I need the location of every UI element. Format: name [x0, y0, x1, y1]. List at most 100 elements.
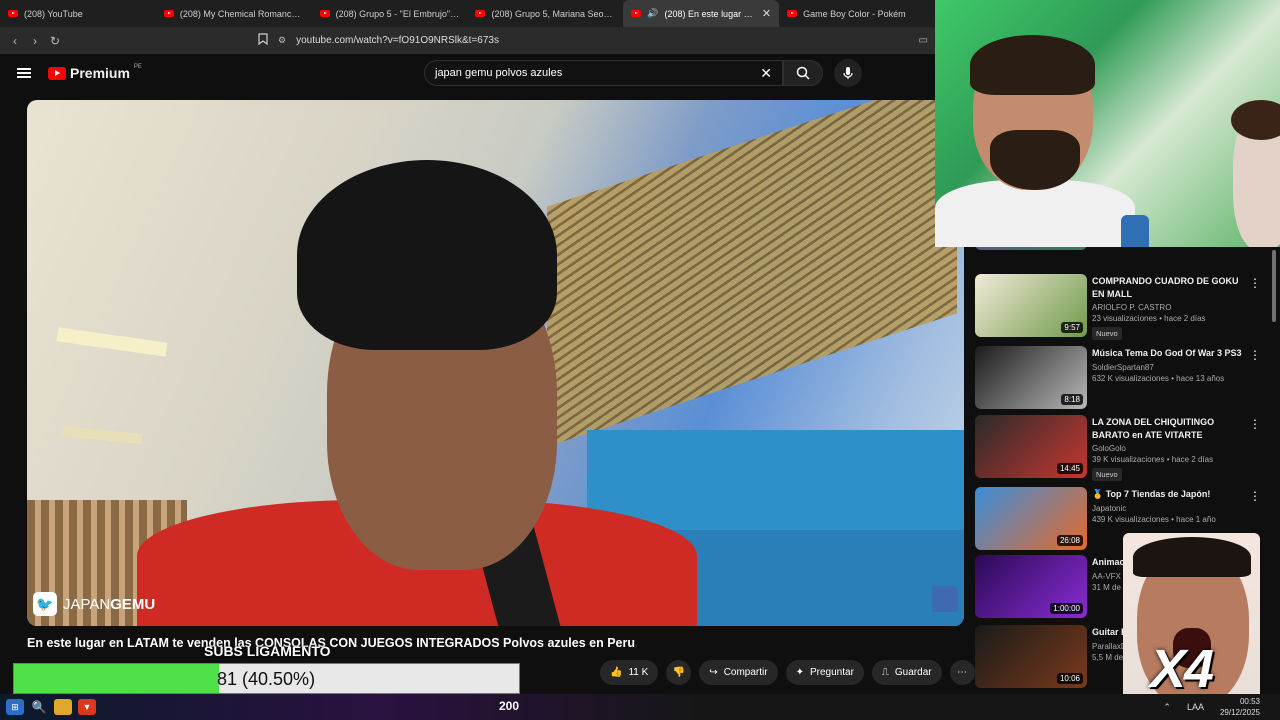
- youtube-header: Premium PE japan gemu polvos azules ✕: [0, 54, 935, 94]
- recommended-video[interactable]: 9:57 COMPRANDO CUADRO DE GOKU EN MALL ARIO…: [975, 274, 1275, 341]
- os-taskbar: ⊞ 🔍 ▼ 200 ⌃ LAA 00:53 29/12/2025: [0, 694, 1280, 720]
- start-icon[interactable]: ⊞: [6, 699, 24, 715]
- youtube-logo[interactable]: Premium PE: [48, 64, 142, 81]
- cast-icon[interactable]: ▭: [919, 35, 928, 46]
- youtube-favicon-icon: [8, 10, 18, 17]
- clock-date: 29/12/2025: [1219, 708, 1260, 717]
- clear-search-icon[interactable]: ✕: [760, 65, 772, 82]
- address-bar[interactable]: ⚙ youtube.com/watch?v=fO91O9NRSlk&t=673s…: [258, 29, 928, 52]
- search-button[interactable]: [783, 60, 823, 86]
- view-count: 439 K visualizaciones • hace 1 año: [1092, 514, 1216, 524]
- video-duration: 9:57: [1061, 322, 1083, 333]
- youtube-favicon-icon: [163, 10, 174, 17]
- video-thumbnail[interactable]: 14:45: [975, 415, 1087, 478]
- menu-icon[interactable]: [17, 68, 31, 78]
- video-title[interactable]: Música Tema Do God Of War 3 PS3: [1092, 347, 1242, 360]
- video-duration: 10:06: [1056, 673, 1083, 684]
- back-icon[interactable]: ‹: [5, 34, 25, 48]
- twitter-icon: 🐦: [33, 592, 57, 616]
- video-frame-lamp: [56, 327, 168, 357]
- recommended-video[interactable]: 8:18 Música Tema Do God Of War 3 PS3 Soldi…: [975, 346, 1275, 410]
- browser-toolbar: ‹ › ↻ ⚙ youtube.com/watch?v=fO91O9NRSlk&…: [0, 27, 935, 54]
- video-thumbnail[interactable]: 8:18: [975, 346, 1087, 409]
- video-frame-cap: [297, 160, 557, 350]
- browser-tab[interactable]: 🔊 (208) En este lugar en LATAM ✕: [623, 0, 780, 27]
- close-tab-icon[interactable]: ✕: [762, 7, 771, 20]
- youtube-favicon-icon: [787, 10, 798, 17]
- video-player[interactable]: 🐦 JAPANGEMU: [27, 100, 964, 626]
- more-options-icon[interactable]: ⋮: [1249, 348, 1261, 362]
- channel-name[interactable]: GoloGolo: [1092, 444, 1242, 453]
- video-title[interactable]: 🥇 Top 7 Tiendas de Japón!: [1092, 488, 1242, 501]
- subs-goal-bar: 81 (40.50%): [13, 663, 520, 694]
- ask-button[interactable]: ✦ Preguntar: [785, 660, 864, 685]
- like-button[interactable]: 👍 11 K: [600, 660, 659, 685]
- new-badge: Nuevo: [1092, 327, 1122, 340]
- clock[interactable]: 00:53 29/12/2025: [1220, 696, 1260, 718]
- multiplier-label: X4: [1150, 639, 1214, 699]
- video-thumbnail[interactable]: 8:36: [975, 247, 1087, 250]
- recommended-video[interactable]: 14:45 LA ZONA DEL CHIQUITINGO BARATO en A…: [975, 415, 1275, 481]
- video-thumbnail[interactable]: 1:00:00: [975, 555, 1087, 618]
- audio-icon[interactable]: 🔊: [647, 8, 658, 19]
- forward-icon[interactable]: ›: [25, 34, 45, 48]
- video-title[interactable]: COMPRANDO CUADRO DE GOKU EN MALL: [1092, 275, 1242, 300]
- tab-title: Game Boy Color - Pokém: [803, 8, 906, 19]
- browser-tab[interactable]: (208) Grupo 5 - "El Embrujo" (Letra): [312, 0, 468, 27]
- browser-tab[interactable]: (208) YouTube: [0, 0, 156, 27]
- video-duration: 26:08: [1056, 535, 1083, 546]
- brave-browser-icon[interactable]: ▼: [78, 699, 96, 715]
- webcam-person-beard: [990, 130, 1080, 190]
- more-options-icon[interactable]: ⋮: [1249, 276, 1261, 290]
- browser-tab[interactable]: Game Boy Color - Pokém: [779, 0, 935, 27]
- chevron-up-icon[interactable]: ⌃: [1163, 702, 1171, 713]
- thumbs-down-icon: 👎: [672, 667, 686, 678]
- tab-title: (208) My Chemical Romance - The Gh: [179, 8, 304, 19]
- ask-label: Preguntar: [809, 667, 854, 678]
- save-button[interactable]: ⎍ Guardar: [871, 660, 942, 685]
- browser-tab[interactable]: (208) Grupo 5, Mariana Seoane - Alim: [467, 0, 623, 27]
- reload-icon[interactable]: ↻: [45, 34, 65, 48]
- webcam-person-hair: [970, 35, 1095, 95]
- bookmark-icon[interactable]: [258, 33, 268, 48]
- youtube-play-icon: [48, 66, 66, 80]
- share-button[interactable]: ↪ Compartir: [699, 660, 778, 685]
- more-options-icon[interactable]: ⋮: [1249, 489, 1261, 503]
- microphone-icon: [843, 67, 853, 79]
- channel-watermark: 🐦 JAPANGEMU: [33, 592, 155, 616]
- channel-name[interactable]: Japatonic: [1092, 504, 1242, 513]
- logo-region: PE: [133, 64, 142, 70]
- sidebar-scrollbar[interactable]: [1272, 250, 1276, 322]
- video-thumbnail[interactable]: 9:57: [975, 274, 1087, 337]
- search-input[interactable]: japan gemu polvos azules ✕: [424, 60, 783, 86]
- search-icon: [796, 66, 810, 80]
- search-taskbar-icon[interactable]: 🔍: [30, 699, 48, 715]
- site-info-icon[interactable]: ⚙: [278, 35, 286, 46]
- video-thumbnail[interactable]: 10:06: [975, 625, 1087, 688]
- video-title[interactable]: LA ZONA DEL CHIQUITINGO BARATO en ATE VI…: [1092, 416, 1242, 441]
- dislike-button[interactable]: 👎: [666, 660, 692, 685]
- subs-goal-fill: [14, 664, 219, 693]
- language-indicator[interactable]: LAA: [1187, 702, 1204, 712]
- voice-search-button[interactable]: [834, 59, 862, 87]
- more-options-icon[interactable]: ⋮: [1249, 417, 1261, 431]
- view-count: 23 visualizaciones • hace 2 días: [1092, 314, 1206, 323]
- overlay-count: 200: [499, 699, 520, 713]
- video-frame-roof: [547, 100, 957, 447]
- tab-title: (208) Grupo 5, Mariana Seoane - Alim: [491, 8, 615, 19]
- channel-name[interactable]: ARIOLFO P. CASTRO: [1092, 303, 1242, 312]
- video-duration: 14:45: [1056, 463, 1083, 474]
- youtube-favicon-icon: [631, 10, 642, 17]
- folder-icon[interactable]: [54, 699, 72, 715]
- channel-name[interactable]: SoldierSpartan87: [1092, 363, 1242, 372]
- bookmark-save-icon: ⎍: [881, 667, 889, 678]
- browser-tab[interactable]: (208) My Chemical Romance - The Gh: [156, 0, 312, 27]
- video-duration: 1:00:00: [1050, 603, 1083, 614]
- sparkle-icon: ✦: [795, 667, 804, 678]
- url-text[interactable]: youtube.com/watch?v=fO91O9NRSlk&t=673s: [296, 35, 499, 46]
- video-thumbnail[interactable]: 26:08: [975, 487, 1087, 550]
- recommended-video[interactable]: 8:36409 K visualizaciones • hace 2 años: [975, 247, 1275, 251]
- video-meta: COMPRANDO CUADRO DE GOKU EN MALL ARIOLFO …: [1092, 275, 1242, 341]
- channel-branding-avatar[interactable]: [932, 586, 958, 612]
- search-value[interactable]: japan gemu polvos azules: [435, 67, 562, 79]
